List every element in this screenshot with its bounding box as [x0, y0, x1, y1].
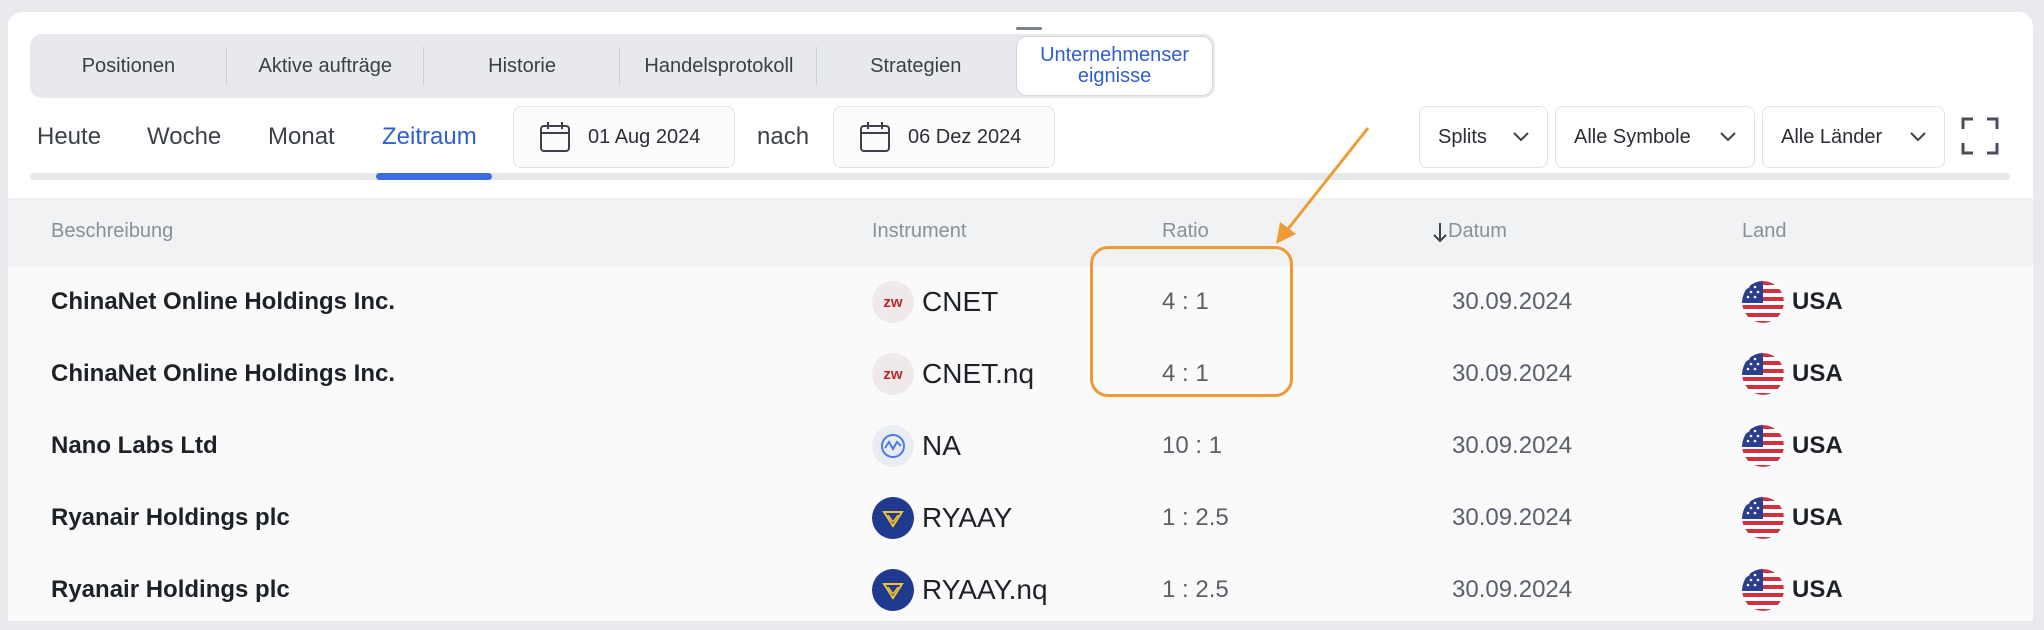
column-date-label: Datum: [1448, 220, 1507, 242]
tab-label: Positionen: [81, 54, 176, 77]
tab-trade-log[interactable]: Handelsprotokoll: [620, 34, 818, 98]
country-filter-dropdown[interactable]: Alle Länder: [1762, 106, 1945, 168]
tab-corporate-events[interactable]: Unternehmenser eignisse: [1017, 37, 1212, 95]
tab-label: Strategien: [870, 54, 962, 77]
table-row[interactable]: ChinaNet Online Holdings Inc. zw CNET 4 …: [8, 266, 2033, 338]
row-country: USA: [1742, 482, 1843, 554]
annotation-arrow-icon: [1276, 127, 1370, 244]
instrument-symbol: CNET: [922, 286, 999, 317]
instrument-symbol: RYAAY: [922, 502, 1013, 533]
tab-bar: Positionen Aktive aufträge Historie Hand…: [30, 34, 1215, 98]
date-to-picker[interactable]: 06 Dez 2024: [833, 106, 1055, 168]
zw-logo: zw: [872, 281, 914, 323]
instrument-symbol: NA: [922, 430, 961, 461]
country-name: USA: [1792, 360, 1843, 387]
table-row[interactable]: Ryanair Holdings plc RYAAY.nq 1 : 2.5 30…: [8, 554, 2033, 626]
country-name: USA: [1792, 288, 1843, 315]
column-ratio[interactable]: Ratio: [1162, 220, 1209, 243]
tab-positions[interactable]: Positionen: [30, 34, 227, 98]
date-separator: nach: [757, 123, 810, 150]
row-ratio: 1 : 2.5: [1162, 504, 1229, 531]
tab-strategies[interactable]: Strategien: [817, 34, 1014, 98]
period-today[interactable]: Heute: [37, 106, 101, 168]
type-filter-dropdown[interactable]: Splits: [1419, 106, 1548, 168]
country-name: USA: [1792, 504, 1843, 531]
column-country[interactable]: Land: [1742, 220, 1787, 243]
row-country: USA: [1742, 554, 1843, 626]
row-date: 30.09.2024: [1452, 432, 1573, 459]
country-name: USA: [1792, 576, 1843, 603]
row-country: USA: [1742, 410, 1843, 482]
row-date: 30.09.2024: [1452, 504, 1573, 531]
row-instrument: zw CNET: [872, 266, 998, 338]
row-description: Ryanair Holdings plc: [51, 576, 290, 603]
row-ratio: 10 : 1: [1162, 432, 1223, 459]
table-row[interactable]: Nano Labs Ltd NA 10 : 1 30.09.2024 USA: [8, 410, 2033, 482]
column-instrument[interactable]: Instrument: [872, 220, 966, 243]
table-header: Beschreibung Instrument Ratio Datum Land: [8, 198, 2033, 266]
period-active-indicator: [376, 173, 492, 180]
row-date: 30.09.2024: [1452, 288, 1573, 315]
period-underline-track: [30, 173, 2010, 180]
tab-label: Handelsprotokoll: [644, 54, 794, 77]
row-instrument: zw CNET.nq: [872, 338, 1034, 410]
symbol-filter-dropdown[interactable]: Alle Symbole: [1555, 106, 1755, 168]
period-week[interactable]: Woche: [147, 106, 221, 168]
calendar-icon: [860, 122, 890, 152]
row-date: 30.09.2024: [1452, 360, 1573, 387]
type-filter-value: Splits: [1438, 125, 1487, 148]
ryanair-logo: [872, 497, 914, 539]
table-body: ChinaNet Online Holdings Inc. zw CNET 4 …: [8, 266, 2033, 621]
us-flag-icon: [1742, 425, 1784, 467]
nano-labs-logo: [872, 425, 914, 467]
date-from-value: 01 Aug 2024: [588, 125, 701, 148]
country-name: USA: [1792, 432, 1843, 459]
tab-label: Historie: [488, 54, 556, 77]
chevron-down-icon: [1910, 132, 1926, 142]
column-date[interactable]: Datum: [1432, 220, 1507, 243]
row-description: ChinaNet Online Holdings Inc.: [51, 288, 396, 315]
zw-logo: zw: [872, 353, 914, 395]
filter-bar: Heute Woche Monat Zeitraum 01 Aug 2024 n…: [30, 106, 2020, 182]
row-date: 30.09.2024: [1452, 576, 1573, 603]
chevron-down-icon: [1720, 132, 1736, 142]
row-description: ChinaNet Online Holdings Inc.: [51, 360, 396, 387]
row-description: Nano Labs Ltd: [51, 432, 218, 459]
annotation-highlight-box: [1090, 246, 1293, 397]
symbol-filter-value: Alle Symbole: [1574, 125, 1691, 148]
us-flag-icon: [1742, 497, 1784, 539]
tab-label-line1: Unternehmenser: [1040, 44, 1190, 66]
instrument-symbol: CNET.nq: [922, 358, 1035, 389]
fullscreen-icon[interactable]: [1960, 116, 2000, 156]
date-from-picker[interactable]: 01 Aug 2024: [513, 106, 735, 168]
tab-active-orders[interactable]: Aktive aufträge: [227, 34, 424, 98]
tab-label-line2: eignisse: [1077, 65, 1152, 87]
country-filter-value: Alle Länder: [1781, 125, 1883, 148]
chevron-down-icon: [1513, 132, 1529, 142]
row-instrument: RYAAY.nq: [872, 554, 1048, 626]
row-instrument: RYAAY: [872, 482, 1012, 554]
row-description: Ryanair Holdings plc: [51, 504, 290, 531]
ryanair-logo: [872, 569, 914, 611]
table-row[interactable]: ChinaNet Online Holdings Inc. zw CNET.nq…: [8, 338, 2033, 410]
us-flag-icon: [1742, 353, 1784, 395]
us-flag-icon: [1742, 281, 1784, 323]
row-country: USA: [1742, 338, 1843, 410]
tab-label: Aktive aufträge: [258, 54, 392, 77]
instrument-symbol: RYAAY.nq: [922, 574, 1048, 605]
tab-history[interactable]: Historie: [424, 34, 621, 98]
calendar-icon: [540, 122, 570, 152]
row-ratio: 1 : 2.5: [1162, 576, 1229, 603]
period-month[interactable]: Monat: [268, 106, 335, 168]
period-range[interactable]: Zeitraum: [382, 106, 477, 168]
row-instrument: NA: [872, 410, 961, 482]
sort-desc-arrow-icon: [1433, 222, 1447, 242]
table-row[interactable]: Ryanair Holdings plc RYAAY 1 : 2.5 30.09…: [8, 482, 2033, 554]
column-description[interactable]: Beschreibung: [51, 220, 173, 243]
us-flag-icon: [1742, 569, 1784, 611]
row-country: USA: [1742, 266, 1843, 338]
date-to-value: 06 Dez 2024: [908, 125, 1022, 148]
